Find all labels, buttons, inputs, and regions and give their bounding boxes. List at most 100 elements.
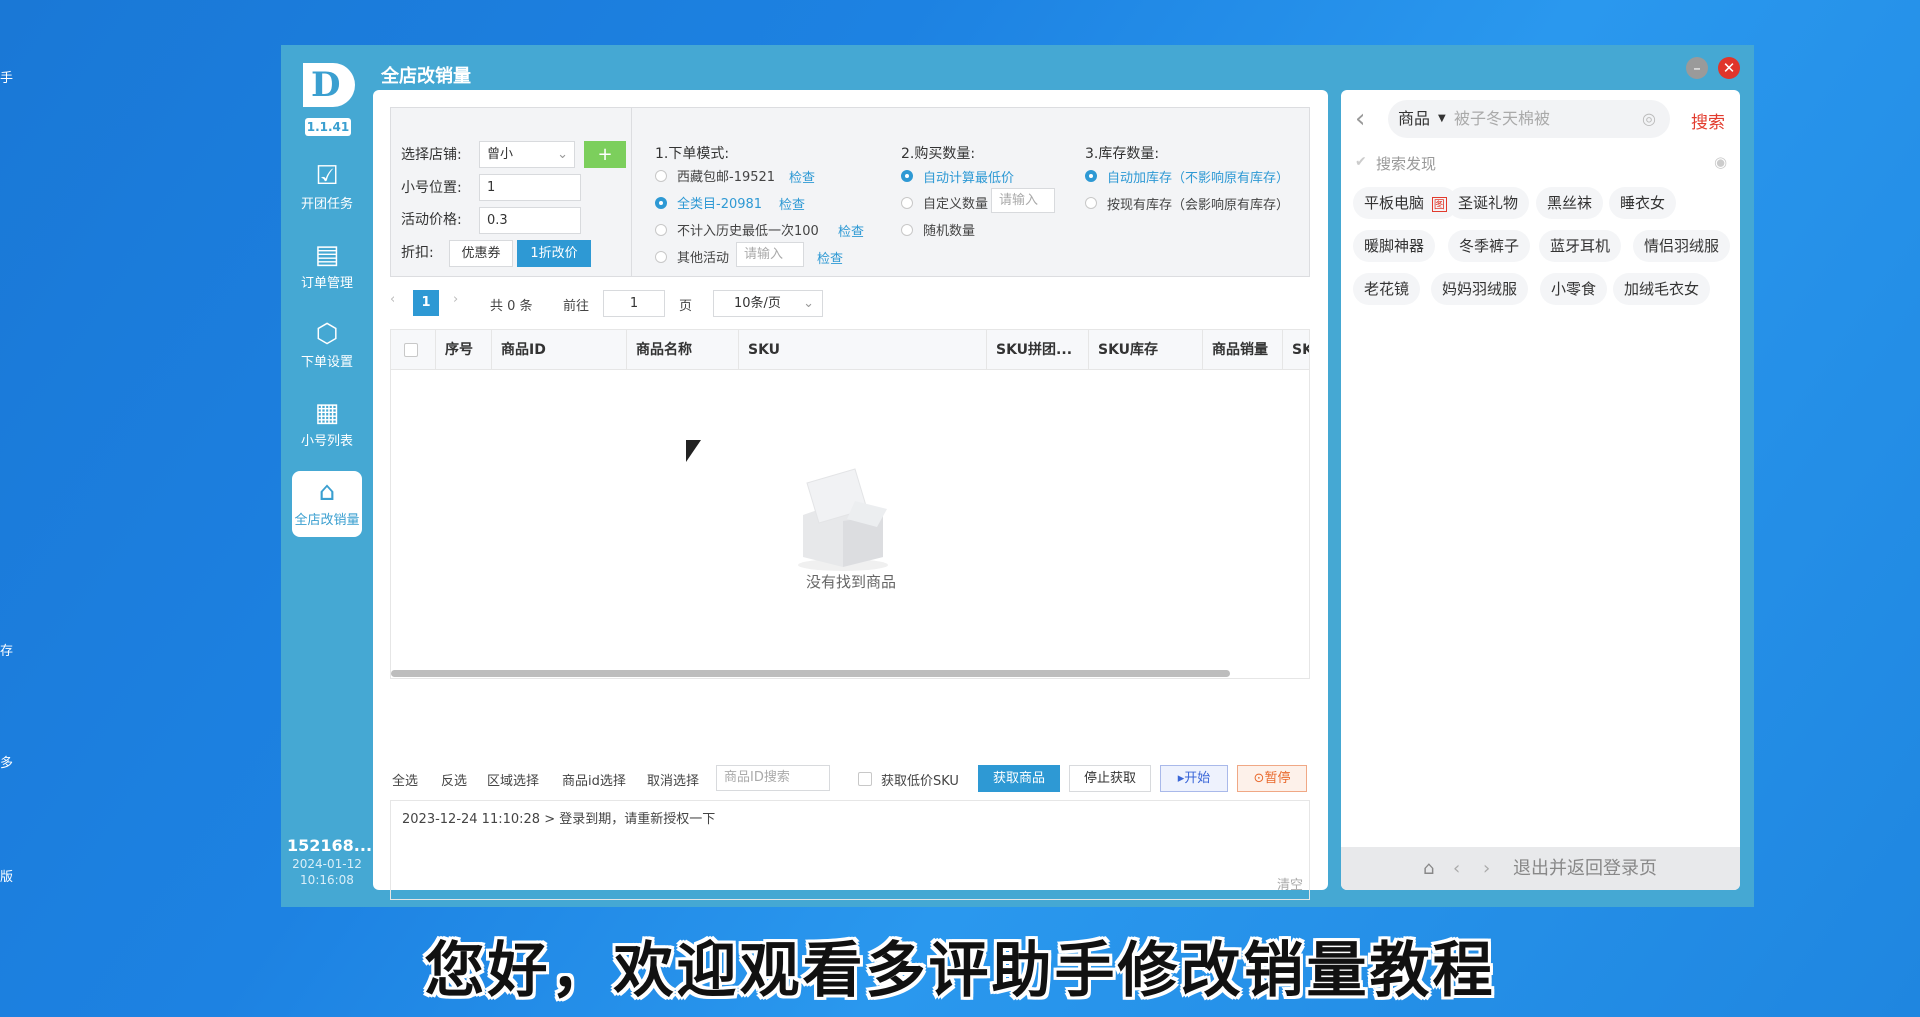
search-tag[interactable]: 暖脚神器	[1353, 230, 1436, 262]
search-tag[interactable]: 小零食	[1540, 273, 1608, 305]
camera-icon[interactable]: ◎	[1642, 100, 1656, 138]
invert-selection-link[interactable]: 反选	[441, 770, 467, 789]
position-label: 小号位置:	[401, 180, 462, 196]
desktop-icon-label[interactable]: 版	[0, 866, 13, 885]
nav-label: 全店改销量	[294, 513, 360, 528]
next-icon[interactable]: ›	[1483, 847, 1490, 890]
search-input[interactable]: 被子冬天棉被	[1454, 100, 1550, 138]
total-count: 共 0 条	[490, 299, 533, 314]
close-button[interactable]: ✕	[1718, 57, 1740, 79]
other-activity-input[interactable]: 请输入	[736, 242, 804, 267]
product-id-search-input[interactable]: 商品ID搜索	[716, 765, 830, 791]
store-icon: ⌂	[318, 477, 336, 507]
nav-order-settings[interactable]: ⬡ 下单设置	[292, 313, 362, 379]
checklist-icon: ☑	[315, 161, 339, 191]
search-tag[interactable]: 加绒毛衣女	[1613, 273, 1711, 305]
search-bar[interactable]: 商品 ▼ 被子冬天棉被 ◎	[1388, 100, 1670, 138]
region-select-link[interactable]: 区域选择	[487, 770, 539, 789]
minimize-button[interactable]: –	[1686, 57, 1708, 79]
search-type-select[interactable]: 商品	[1398, 100, 1430, 138]
account-time: 10:16:08	[300, 873, 354, 887]
coupon-button[interactable]: 优惠券	[449, 240, 513, 267]
header-sku-more: SK	[1292, 342, 1309, 358]
qty-radio[interactable]	[901, 224, 913, 236]
empty-box-icon	[798, 468, 888, 571]
add-shop-button[interactable]: +	[584, 141, 626, 168]
header-product-name: 商品名称	[627, 330, 739, 370]
select-all-checkbox[interactable]	[404, 343, 418, 357]
position-input[interactable]: 1	[479, 174, 581, 201]
mode-check-link[interactable]: 检查	[817, 248, 843, 267]
home-icon[interactable]: ⌂	[1423, 847, 1434, 890]
page-unit: 页	[679, 299, 693, 314]
page-number-current[interactable]: 1	[413, 290, 439, 316]
shop-select[interactable]: 曾小 ⌄	[479, 141, 575, 168]
low-sku-checkbox[interactable]	[858, 772, 872, 786]
stock-radio[interactable]	[1085, 197, 1097, 209]
custom-qty-input[interactable]: 请输入	[991, 188, 1055, 213]
main-panel: 选择店铺: 曾小 ⌄ + 小号位置: 1 活动价格: 0.3 折扣: 优惠券 1…	[373, 90, 1328, 900]
mode-check-link[interactable]: 检查	[789, 167, 815, 186]
nav-shop-sales-edit[interactable]: ⌂ 全店改销量	[292, 471, 362, 537]
mode-radio-selected[interactable]	[655, 197, 667, 209]
pause-button[interactable]: ⊙暂停	[1237, 765, 1307, 792]
goto-page-input[interactable]: 1	[603, 290, 665, 317]
prev-page-icon[interactable]: ‹	[390, 292, 395, 307]
discount-price-button[interactable]: 1折改价	[517, 240, 591, 267]
search-tag[interactable]: 情侣羽绒服	[1633, 230, 1731, 262]
stock-radio-selected[interactable]	[1085, 170, 1097, 182]
mode-radio[interactable]	[655, 251, 667, 263]
search-tag[interactable]: 蓝牙耳机	[1539, 230, 1622, 262]
qty-option-label: 自定义数量	[923, 197, 989, 212]
search-tag[interactable]: 圣诞礼物	[1447, 187, 1530, 219]
placeholder-text: 请输入	[999, 193, 1039, 208]
search-tag[interactable]: 黑丝袜	[1536, 187, 1604, 219]
horizontal-scrollbar[interactable]	[391, 670, 1230, 677]
search-button[interactable]: 搜索	[1691, 108, 1725, 133]
header-sku: SKU	[739, 330, 987, 370]
mode-check-link[interactable]: 检查	[838, 221, 864, 240]
header-sku-stock: SKU库存	[1089, 330, 1203, 370]
search-tag[interactable]: 平板电脑 图	[1353, 187, 1458, 219]
eye-icon[interactable]: ◉	[1714, 153, 1727, 171]
start-button[interactable]: ▸开始	[1160, 765, 1228, 792]
nav-order-management[interactable]: ▤ 订单管理	[292, 234, 362, 300]
shop-label: 选择店铺:	[401, 147, 462, 163]
search-tag[interactable]: 妈妈羽绒服	[1431, 273, 1529, 305]
select-all-link[interactable]: 全选	[392, 770, 418, 789]
mode-check-link[interactable]: 检查	[779, 194, 805, 213]
prev-icon[interactable]: ‹	[1453, 847, 1460, 890]
qty-option-label: 随机数量	[923, 224, 976, 239]
id-select-link[interactable]: 商品id选择	[562, 770, 626, 789]
qty-radio-selected[interactable]	[901, 170, 913, 182]
discover-icon: ✔	[1355, 154, 1367, 170]
search-tag[interactable]: 冬季裤子	[1448, 230, 1531, 262]
search-tag[interactable]: 老花镜	[1353, 273, 1421, 305]
page-size-select[interactable]: 10条/页 ⌄	[713, 290, 823, 317]
goto-label: 前往	[563, 299, 590, 314]
cancel-selection-link[interactable]: 取消选择	[647, 770, 699, 789]
mode-option-label: 不计入历史最低一次100	[677, 224, 819, 239]
qty-option-label: 自动计算最低价	[923, 171, 1015, 186]
back-icon[interactable]: ‹	[1355, 104, 1365, 134]
clear-log-button[interactable]: 清空	[1277, 874, 1303, 893]
nav-account-list[interactable]: ▦ 小号列表	[292, 392, 362, 458]
price-input[interactable]: 0.3	[479, 207, 581, 234]
grid-icon: ▦	[314, 398, 340, 428]
nav-open-group-task[interactable]: ☑ 开团任务	[292, 155, 362, 221]
qty-title: 2.购买数量:	[901, 146, 976, 162]
stop-fetch-button[interactable]: 停止获取	[1069, 765, 1151, 792]
header-sku-group: SKU拼团...	[987, 330, 1089, 370]
desktop-icon-label[interactable]: 存	[0, 640, 13, 659]
logout-return-link[interactable]: 退出并返回登录页	[1513, 847, 1657, 890]
next-page-icon[interactable]: ›	[453, 292, 458, 307]
nav-label: 订单管理	[300, 276, 353, 291]
search-tag[interactable]: 睡衣女	[1609, 187, 1677, 219]
mode-radio[interactable]	[655, 224, 667, 236]
qty-radio[interactable]	[901, 197, 913, 209]
desktop-icon-label[interactable]: 手	[0, 67, 13, 86]
desktop-icon-label[interactable]: 多	[0, 752, 13, 771]
chevron-down-icon: ⌄	[557, 147, 568, 162]
mode-radio[interactable]	[655, 170, 667, 182]
fetch-products-button[interactable]: 获取商品	[978, 765, 1060, 792]
